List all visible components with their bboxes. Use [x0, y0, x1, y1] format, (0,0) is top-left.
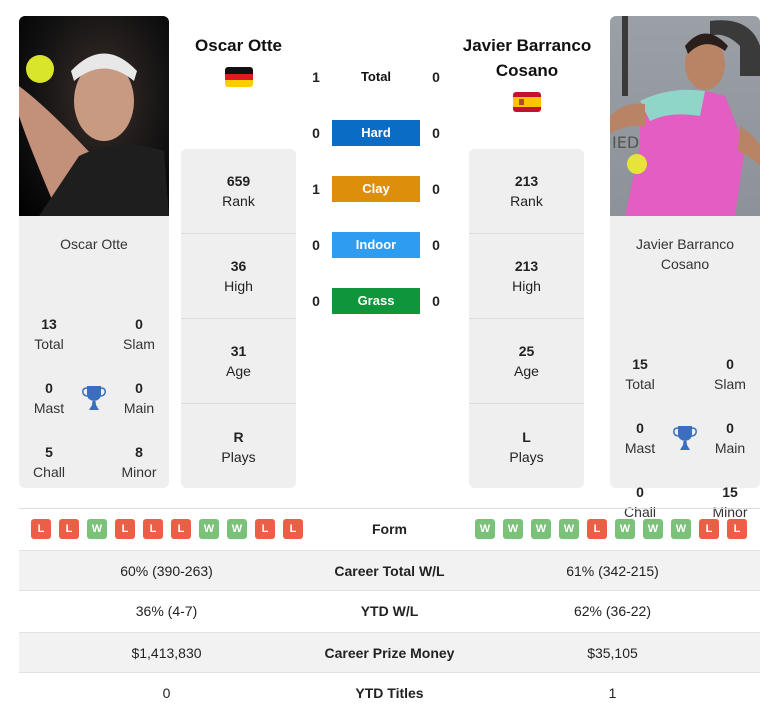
player2-high: 213 High: [469, 234, 584, 319]
prize-money-label: Career Prize Money: [324, 645, 455, 661]
grass-surface-button[interactable]: Grass: [332, 288, 420, 314]
germany-flag-icon: [225, 67, 253, 87]
h2h-indoor-row: 0 Indoor 0: [300, 232, 450, 258]
player2-form-badges: WWWWLWWWLL: [475, 519, 747, 539]
player2-titles-mast: 0 Mast: [624, 420, 656, 456]
player2-photo-illustration: IED: [610, 16, 760, 216]
player2-ytd-titles: 1: [608, 685, 617, 701]
svg-text:IED: IED: [612, 133, 639, 152]
player1-titles-chall: 5 Chall: [33, 444, 65, 480]
h2h-grass-p2: 0: [432, 293, 440, 309]
player1-ytd-titles: 0: [162, 685, 171, 701]
player2-form-badge-win[interactable]: W: [671, 519, 691, 539]
player2-form-badge-win[interactable]: W: [503, 519, 523, 539]
h2h-indoor-p1: 0: [312, 237, 320, 253]
player1-plays: R Plays: [221, 428, 256, 465]
form-label: Form: [372, 521, 407, 537]
player1-name[interactable]: Oscar Otte: [181, 33, 296, 58]
player1-form-badge-loss[interactable]: L: [115, 519, 135, 539]
player2-photo: IED: [610, 16, 760, 216]
player2-name[interactable]: Javier Barranco Cosano: [446, 33, 608, 83]
h2h-hard-p1: 0: [312, 125, 320, 141]
player1-prize-money: $1,413,830: [131, 645, 202, 661]
h2h-indoor-p2: 0: [432, 237, 440, 253]
player1-form-badge-win[interactable]: W: [87, 519, 107, 539]
player1-form-badge-loss[interactable]: L: [171, 519, 191, 539]
player2-form-badge-loss[interactable]: L: [699, 519, 719, 539]
player2-rank: 213 Rank: [469, 149, 584, 234]
trophy-icon: [82, 385, 106, 411]
player1-rank: 659 Rank: [181, 149, 296, 234]
player1-career-wl: 60% (390-263): [120, 563, 213, 579]
player1-age: 31 Age: [181, 319, 296, 404]
player2-card-name: Javier Barranco Cosano: [635, 236, 735, 272]
form-row: LLWLLLWWLL Form WWWWLWWWLL: [19, 509, 760, 550]
player2-form-badge-loss[interactable]: L: [727, 519, 747, 539]
ytd-titles-row: 0 YTD Titles 1: [19, 673, 760, 714]
player1-form-badge-loss[interactable]: L: [143, 519, 163, 539]
clay-surface-button[interactable]: Clay: [332, 176, 420, 202]
player1-titles-slam: 0 Slam: [123, 316, 155, 352]
player1-titles-minor: 8 Minor: [121, 444, 157, 480]
player1-card-name: Oscar Otte: [60, 236, 128, 252]
player1-photo: [19, 16, 169, 216]
player1-titles-total: 13 Total: [34, 316, 64, 352]
hard-surface-button[interactable]: Hard: [332, 120, 420, 146]
player2-titles-card: Javier Barranco Cosano 15 Total 0 Slam 0 Ma…: [610, 216, 760, 520]
h2h-hard-row: 0 Hard 0: [300, 120, 450, 146]
indoor-surface-button[interactable]: Indoor: [332, 232, 420, 258]
player1-form-badges: LLWLLLWWLL: [31, 519, 303, 539]
player2-ytd-wl: 62% (36-22): [573, 603, 652, 619]
player2-age: 25 Age: [469, 319, 584, 404]
spain-flag-icon: [513, 92, 541, 112]
h2h-clay-p2: 0: [432, 181, 440, 197]
player2-career-wl: 61% (342-215): [566, 563, 659, 579]
player1-ytd-wl: 36% (4-7): [135, 603, 198, 619]
ytd-titles-label: YTD Titles: [355, 685, 424, 701]
h2h-total-label: Total: [360, 69, 392, 84]
player2-form-badge-win[interactable]: W: [615, 519, 635, 539]
player2-form-badge-loss[interactable]: L: [587, 519, 607, 539]
h2h-grass-p1: 0: [312, 293, 320, 309]
player1-titles-card: Oscar Otte 13 Total 0 Slam 0 Mast 0 Main 5 Ch…: [19, 216, 169, 488]
player2-titles-total: 15 Total: [625, 356, 655, 392]
player2-prize-money: $35,105: [587, 645, 638, 661]
player1-form-badge-loss[interactable]: L: [31, 519, 51, 539]
player1-titles-mast: 0 Mast: [33, 380, 65, 416]
h2h-total-row: 1 Total 0: [300, 64, 450, 90]
prize-money-row: $1,413,830 Career Prize Money $35,105: [19, 632, 760, 673]
player1-titles-main: 0 Main: [123, 380, 155, 416]
player1-form-badge-loss[interactable]: L: [255, 519, 275, 539]
player2-titles-slam: 0 Slam: [714, 356, 746, 392]
ytd-wl-label: YTD W/L: [360, 603, 419, 619]
career-wl-row: 60% (390-263) Career Total W/L 61% (342-…: [19, 550, 760, 591]
h2h-clay-p1: 1: [312, 181, 320, 197]
player1-form-badge-win[interactable]: W: [199, 519, 219, 539]
player2-form-badge-win[interactable]: W: [531, 519, 551, 539]
player1-form-badge-loss[interactable]: L: [283, 519, 303, 539]
player1-high: 36 High: [181, 234, 296, 319]
player2-form-badge-win[interactable]: W: [643, 519, 663, 539]
player2-plays: L Plays: [509, 428, 544, 465]
player2-titles-main: 0 Main: [714, 420, 746, 456]
player1-form-badge-win[interactable]: W: [227, 519, 247, 539]
player1-form-badge-loss[interactable]: L: [59, 519, 79, 539]
player1-photo-illustration: [19, 53, 169, 216]
player2-form-badge-win[interactable]: W: [559, 519, 579, 539]
ytd-wl-row: 36% (4-7) YTD W/L 62% (36-22): [19, 591, 760, 632]
career-wl-label: Career Total W/L: [334, 563, 445, 579]
trophy-icon: [673, 425, 697, 451]
player2-form-badge-win[interactable]: W: [475, 519, 495, 539]
player1-stats-panel: 659 Rank 36 High 31 Age R Plays: [181, 149, 296, 488]
h2h-grass-row: 0 Grass 0: [300, 288, 450, 314]
h2h-total-p1: 1: [312, 69, 320, 85]
player2-stats-panel: 213 Rank 213 High 25 Age L Plays: [469, 149, 584, 488]
h2h-hard-p2: 0: [432, 125, 440, 141]
h2h-clay-row: 1 Clay 0: [300, 176, 450, 202]
